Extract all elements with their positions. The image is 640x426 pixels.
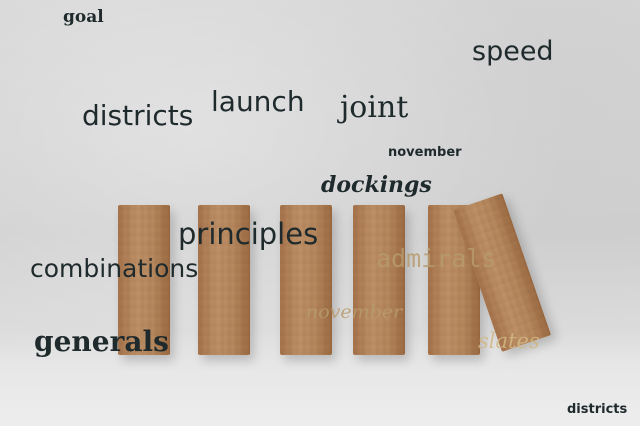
word-goal: goal bbox=[63, 7, 104, 27]
photo-scene: goal speed districts launch joint novemb… bbox=[0, 0, 640, 426]
word-principles: principles bbox=[178, 217, 319, 251]
word-districts-corner: districts bbox=[567, 402, 628, 417]
word-slates: slates bbox=[478, 329, 540, 353]
word-speed: speed bbox=[472, 36, 554, 67]
word-dockings: dockings bbox=[321, 172, 432, 198]
word-joint: joint bbox=[340, 90, 409, 125]
word-generals: generals bbox=[34, 325, 169, 358]
word-november-top: november bbox=[388, 145, 462, 160]
word-admirals: admirals bbox=[376, 244, 497, 273]
word-combinations: combinations bbox=[30, 254, 199, 283]
word-launch: launch bbox=[211, 85, 305, 118]
word-november-mid: november bbox=[306, 301, 403, 323]
wooden-block-4 bbox=[353, 205, 405, 355]
word-districts: districts bbox=[82, 99, 194, 132]
